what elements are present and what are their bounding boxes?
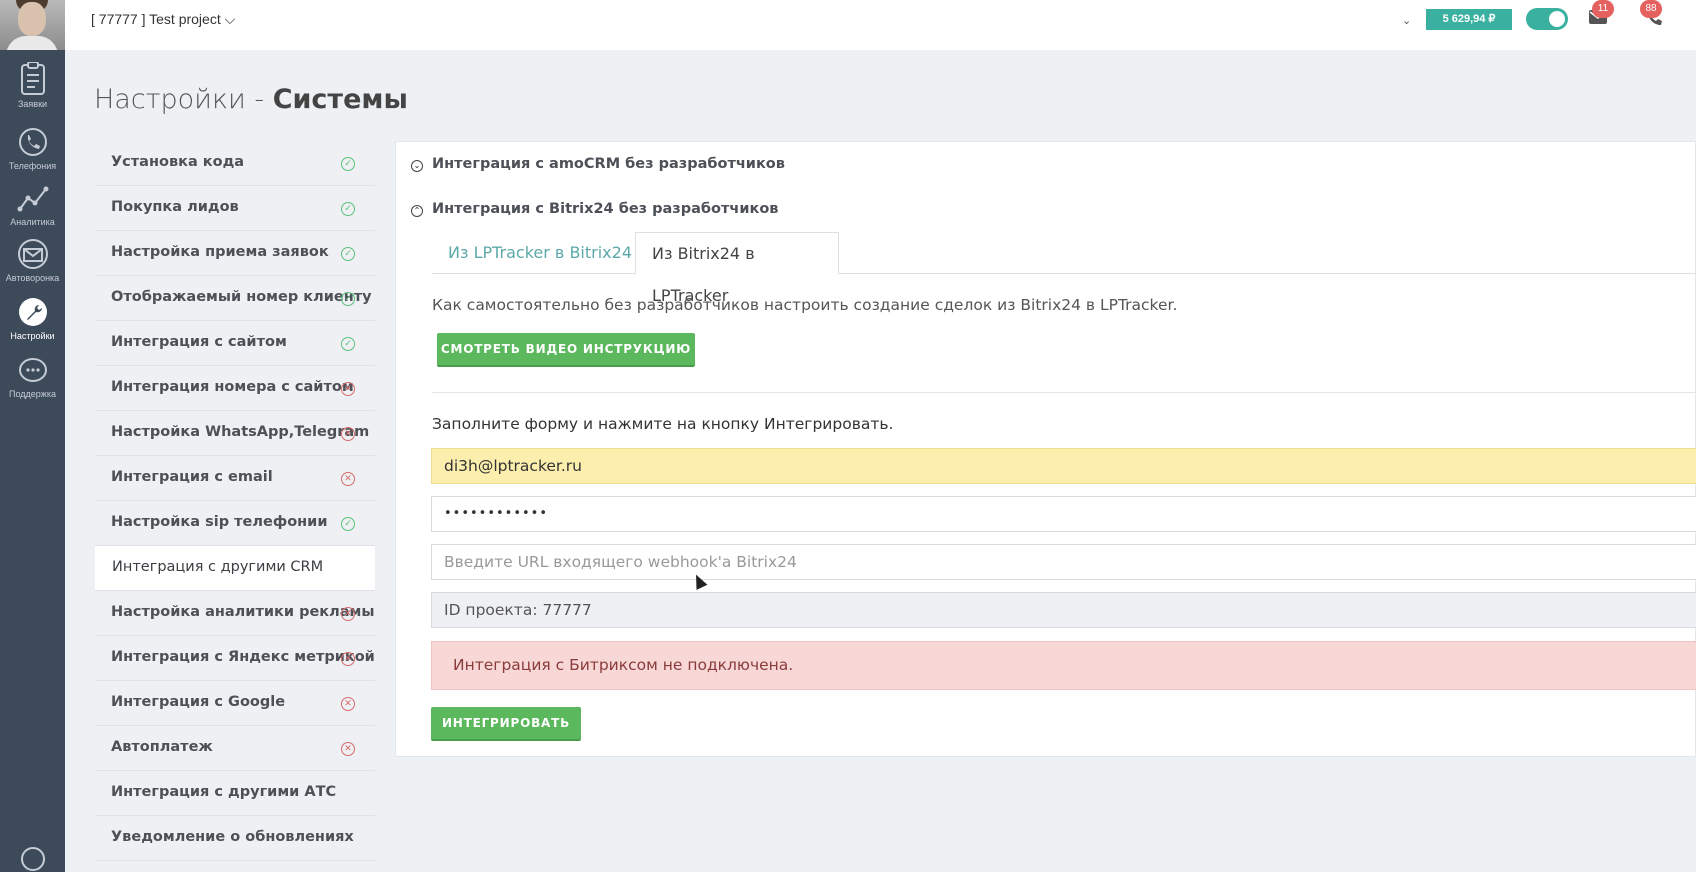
check-circle-icon: ✓ (341, 247, 355, 261)
integrate-button[interactable]: ИНТЕГРИРОВАТЬ (431, 707, 581, 741)
email-field[interactable]: di3h@lptracker.ru (431, 448, 1696, 484)
avatar[interactable] (0, 0, 65, 50)
tab-lptracker-to-bitrix[interactable]: Из LPTracker в Bitrix24 (432, 232, 648, 274)
x-circle-icon: ✕ (341, 427, 355, 441)
chart-line-icon (17, 186, 48, 212)
rail-item-requests[interactable]: Заявки (0, 62, 65, 109)
watch-video-button[interactable]: СМОТРЕТЬ ВИДЕО ИНСТРУКЦИЮ (437, 333, 695, 367)
menu-item-update-notifications[interactable]: Уведомление о обновлениях (95, 816, 375, 861)
menu-item-ad-analytics[interactable]: Настройка аналитики рекламы ✕ (95, 591, 375, 636)
menu-item-yandex-metrika[interactable]: Интеграция с Яндекс метрикой ✕ (95, 636, 375, 681)
chat-bubble-icon (18, 358, 47, 382)
accordion-bitrix24[interactable]: ⌃ Интеграция с Bitrix24 без разработчиков (411, 201, 778, 217)
left-rail: Заявки Телефония Аналитика Автоворонка Н… (0, 0, 65, 872)
balance-badge[interactable]: 5 629,94 ₽ (1426, 9, 1512, 30)
menu-item-email-integration[interactable]: Интеграция с email ✕ (95, 456, 375, 501)
check-circle-icon: ✓ (341, 157, 355, 171)
x-circle-icon: ✕ (341, 652, 355, 666)
tab-bitrix-to-lptracker[interactable]: Из Bitrix24 в LPTracker (635, 232, 839, 305)
mail-count-badge: 11 (1592, 0, 1614, 18)
rail-item-analytics[interactable]: Аналитика (0, 184, 65, 227)
check-circle-icon: ✓ (341, 517, 355, 531)
menu-item-sip[interactable]: Настройка sip телефонии ✓ (95, 501, 375, 546)
menu-item-google[interactable]: Интеграция с Google ✕ (95, 681, 375, 726)
accordion-amocrm[interactable]: ⌄ Интеграция с amoCRM без разработчиков (411, 156, 785, 172)
check-circle-icon: ✓ (341, 337, 355, 351)
menu-item-site-integration[interactable]: Интеграция с сайтом ✓ (95, 321, 375, 366)
menu-item-autopay[interactable]: Автоплатеж ✕ (95, 726, 375, 771)
project-id-field: ID проекта: 77777 (431, 592, 1696, 628)
rail-item-telephony[interactable]: Телефония (0, 126, 65, 171)
clipboard-icon (20, 62, 45, 95)
x-circle-icon: ✕ (341, 607, 355, 621)
password-field[interactable]: •••••••••••• (431, 496, 1696, 532)
webhook-input[interactable]: Введите URL входящего webhook'a Bitrix24 (431, 544, 1696, 580)
coin-icon (20, 847, 45, 871)
integration-panel: ⌄ Интеграция с amoCRM без разработчиков ⌃… (395, 141, 1696, 757)
menu-item-messengers[interactable]: Настройка WhatsApp,Telegram ✕ (95, 411, 375, 456)
page-title: Настройки - Системы (94, 84, 408, 115)
x-circle-icon: ✕ (341, 697, 355, 711)
rail-item-autofunnel[interactable]: Автоворонка (0, 238, 65, 283)
rail-item-support[interactable]: Поддержка (0, 356, 65, 399)
check-circle-icon: ✓ (341, 292, 355, 306)
chevron-up-circle-icon: ⌃ (411, 205, 423, 217)
description: Как самостоятельно без разработчиков нас… (432, 296, 1178, 314)
chevron-down-icon[interactable]: ⌄ (1402, 14, 1411, 27)
x-circle-icon: ✕ (341, 382, 355, 396)
menu-item-code-install[interactable]: Установка кода ✓ (95, 141, 375, 186)
menu-item-displayed-number[interactable]: Отображаемый номер клиенту ✓ (95, 276, 375, 321)
status-toggle[interactable] (1526, 8, 1568, 30)
rail-item-settings[interactable]: Настройки (0, 296, 65, 341)
rail-item-money[interactable] (0, 846, 65, 872)
divider (432, 392, 1696, 393)
call-count-badge: 88 (1640, 0, 1662, 18)
menu-item-number-site-integration[interactable]: Интеграция номера с сайтом ✕ (95, 366, 375, 411)
x-circle-icon: ✕ (341, 472, 355, 486)
project-selector[interactable]: [ 77777 ] Test project ⌵ (91, 11, 235, 28)
integration-alert: Интеграция с Битриксом не подключена. (431, 641, 1696, 690)
menu-item-lead-purchase[interactable]: Покупка лидов ✓ (95, 186, 375, 231)
settings-menu: Установка кода ✓ Покупка лидов ✓ Настройка… (95, 141, 375, 861)
envelope-icon (17, 239, 48, 269)
menu-item-other-pbx[interactable]: Интеграция с другими АТС (95, 771, 375, 816)
top-bar: [ 77777 ] Test project ⌵ ⌄ 5 629,94 ₽ (65, 0, 1696, 50)
phone-icon (18, 128, 47, 156)
chevron-down-circle-icon: ⌄ (411, 160, 423, 172)
form-title: Заполните форму и нажмите на кнопку Инте… (432, 415, 894, 433)
wrench-icon (18, 298, 47, 326)
check-circle-icon: ✓ (341, 202, 355, 216)
menu-item-request-settings[interactable]: Настройка приема заявок ✓ (95, 231, 375, 276)
x-circle-icon: ✕ (341, 742, 355, 756)
menu-item-other-crm[interactable]: Интеграция с другими CRM (95, 546, 375, 591)
tabs: Из LPTracker в Bitrix24 Из Bitrix24 в LP… (432, 232, 1696, 305)
